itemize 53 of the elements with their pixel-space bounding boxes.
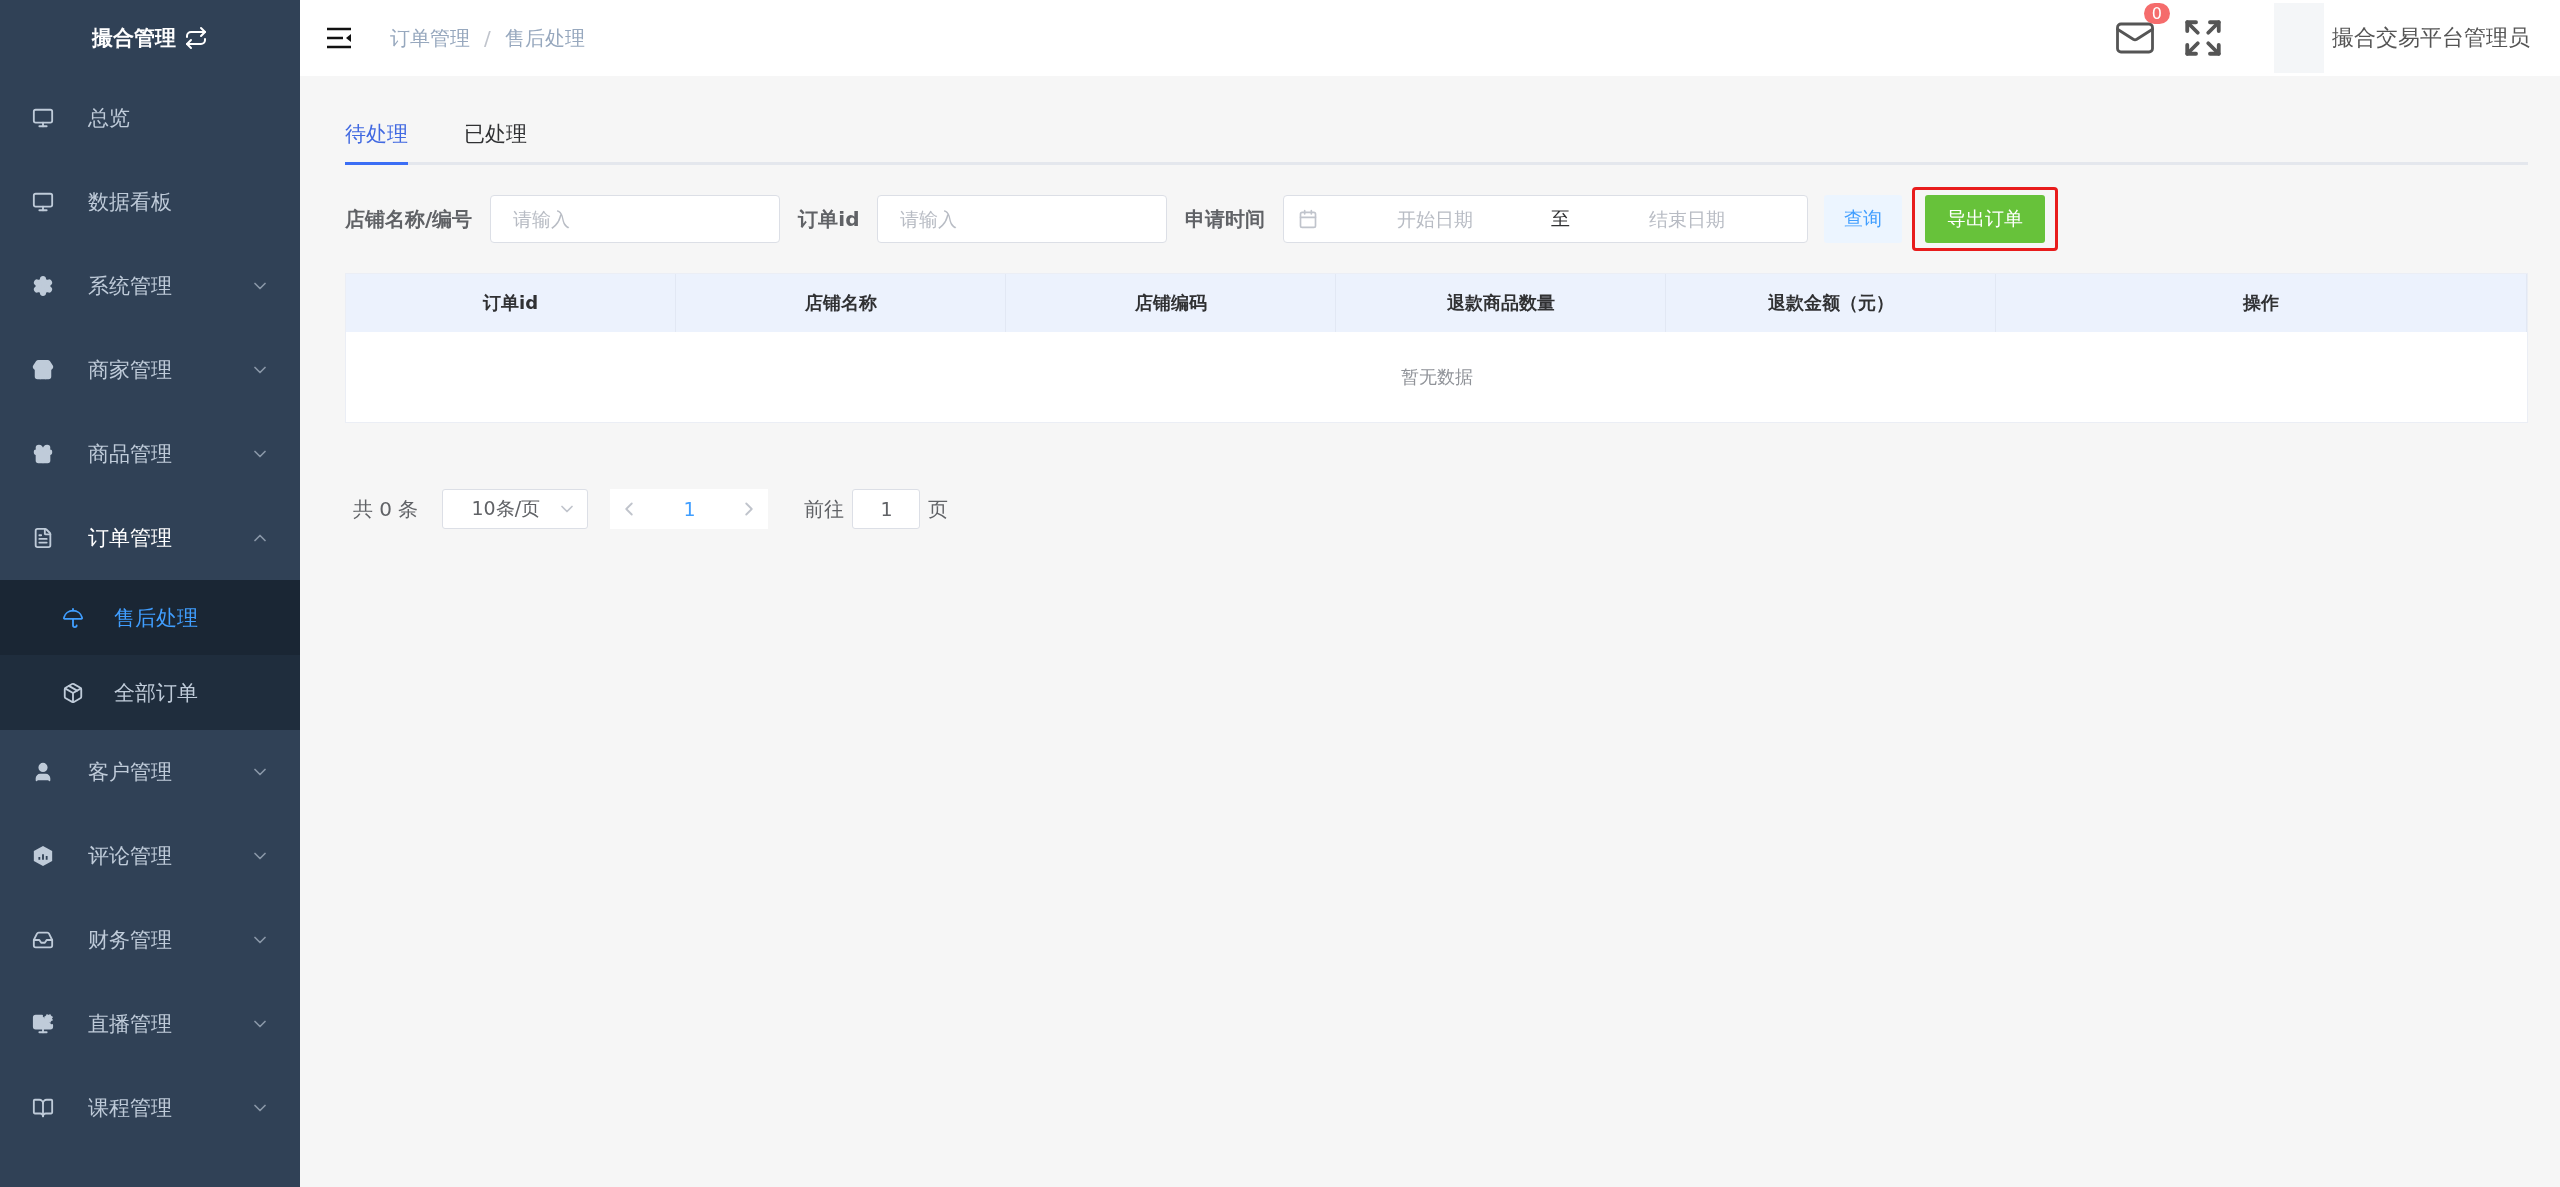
gear-icon [32, 275, 54, 297]
menu-item[interactable]: 客户管理 [0, 730, 300, 814]
submenu-item[interactable]: 售后处理 [0, 580, 300, 655]
book-icon [32, 1097, 54, 1119]
store-input-field[interactable]: 请输入 [490, 195, 781, 243]
field-label: 店铺名称/编号 [345, 205, 473, 233]
box-icon [62, 681, 84, 704]
menu-item[interactable]: 课程管理 [0, 1066, 300, 1150]
page-suffix: 页 [928, 495, 949, 523]
notification-badge: 0 [2143, 3, 2170, 24]
menu-item[interactable]: 总览 [0, 76, 300, 160]
user-name[interactable]: 撮合交易平台管理员 [2332, 23, 2530, 53]
breadcrumb-separator: / [484, 26, 491, 50]
umbrella-icon [62, 606, 84, 629]
monitor-gear-icon [32, 1013, 54, 1035]
menu-item[interactable]: 订单管理 [0, 496, 300, 580]
sidebar-title: 撮合管理 [92, 25, 176, 52]
menu-fold-icon[interactable] [326, 27, 352, 49]
menu-item[interactable]: 商品管理 [0, 412, 300, 496]
menu-item[interactable]: 数据看板 [0, 160, 300, 244]
submenu-item[interactable]: 全部订单 [0, 655, 300, 730]
goto-label: 前往 [804, 495, 845, 523]
column-header: 店铺编码 [1006, 274, 1336, 332]
fullscreen-icon[interactable] [2182, 17, 2224, 59]
field-label: 申请时间 [1185, 205, 1266, 233]
column-header: 退款商品数量 [1336, 274, 1666, 332]
column-header: 订单id [346, 274, 676, 332]
page-size-select[interactable]: 10条/页 [442, 489, 589, 529]
monitor-icon [32, 191, 54, 213]
inbox-icon [32, 929, 54, 951]
column-header: 操作 [1996, 274, 2527, 332]
empty-message: 暂无数据 [1400, 365, 1473, 389]
column-header: 店铺名称 [676, 274, 1006, 332]
hexagon-chart-icon [32, 845, 54, 867]
range-separator: 至 [1551, 206, 1571, 231]
switch-icon[interactable] [184, 26, 208, 50]
page-input-field[interactable]: 1 [852, 489, 921, 529]
menu-item[interactable]: 评论管理 [0, 814, 300, 898]
tab[interactable]: 已处理 [464, 120, 527, 165]
menu-item[interactable]: 直播管理 [0, 982, 300, 1066]
monitor-icon [32, 107, 54, 129]
column-header: 退款金额（元） [1666, 274, 1996, 332]
tab[interactable]: 待处理 [345, 120, 408, 165]
menu-item[interactable]: 商家管理 [0, 328, 300, 412]
document-icon [32, 527, 54, 549]
order-id-input-field[interactable]: 请输入 [877, 195, 1168, 243]
menu-item[interactable]: 财务管理 [0, 898, 300, 982]
date-range-field[interactable]: 开始日期 至 结束日期 [1283, 195, 1809, 243]
field-label: 订单id [798, 205, 860, 233]
calendar-icon [1298, 209, 1319, 229]
total-count: 共 0 条 [353, 495, 419, 523]
menu-item[interactable]: 系统管理 [0, 244, 300, 328]
breadcrumb-item: 售后处理 [504, 24, 585, 52]
